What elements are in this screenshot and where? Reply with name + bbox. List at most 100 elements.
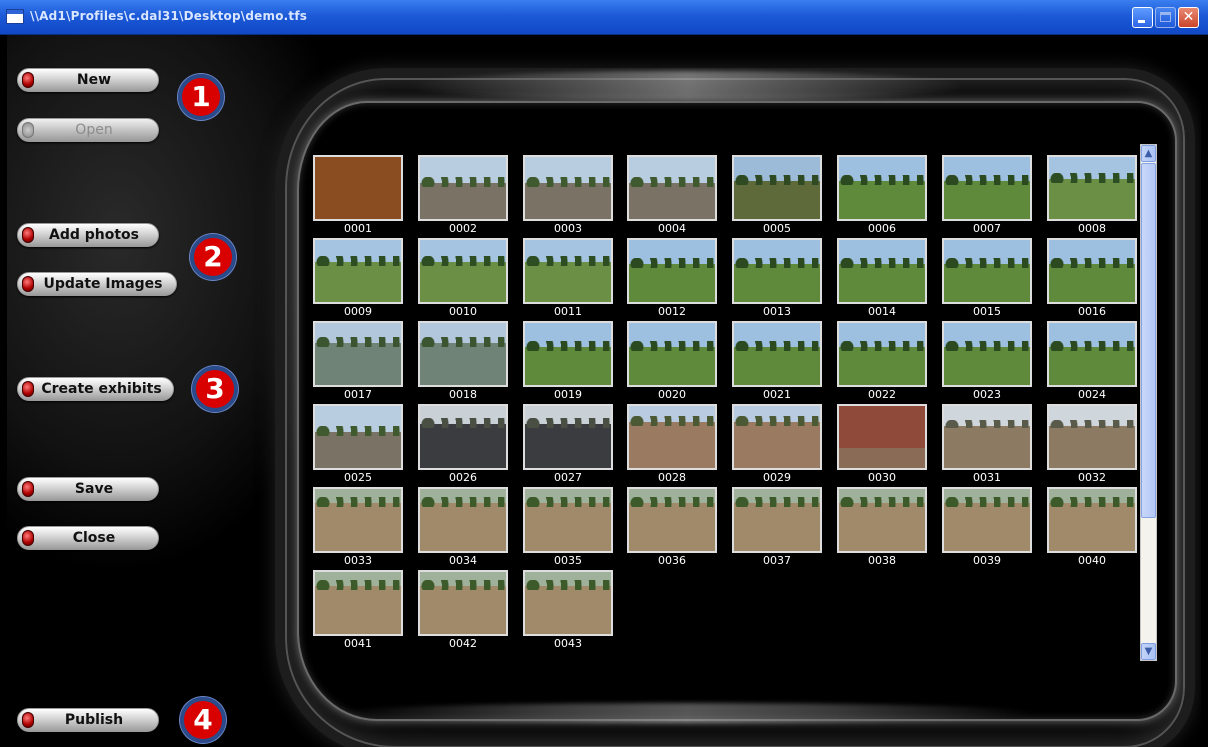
photo-thumbnail[interactable]: 0024 [1047,321,1137,405]
photo-thumbnail[interactable]: 0041 [313,570,403,654]
photo-thumbnail[interactable]: 0011 [523,238,613,322]
new-button[interactable]: New [17,68,159,92]
photo-thumbnail[interactable]: 0023 [942,321,1032,405]
save-button[interactable]: Save [17,477,159,501]
open-button[interactable]: Open [17,118,159,142]
thumbnail-image [418,155,508,221]
scroll-up-icon[interactable]: ▲ [1141,145,1156,162]
thumbnail-image [1047,487,1137,553]
update-images-button[interactable]: Update Images [17,272,177,296]
photo-thumbnail[interactable]: 0032 [1047,404,1137,488]
photo-thumbnail[interactable]: 0028 [627,404,717,488]
thumbnail-label: 0013 [763,305,791,318]
photo-thumbnail[interactable]: 0037 [732,487,822,571]
photo-thumbnail[interactable]: 0013 [732,238,822,322]
thumbnail-label: 0040 [1078,554,1106,567]
photo-thumbnail[interactable]: 0021 [732,321,822,405]
step-badge-1: 1 [178,74,224,120]
photo-thumbnail[interactable]: 0009 [313,238,403,322]
step-badge-4: 4 [180,697,226,743]
thumbnail-label: 0016 [1078,305,1106,318]
photo-thumbnail[interactable]: 0026 [418,404,508,488]
thumbnail-image [627,487,717,553]
photo-thumbnail[interactable]: 0025 [313,404,403,488]
photo-thumbnail[interactable]: 0004 [627,155,717,239]
photo-thumbnail[interactable]: 0005 [732,155,822,239]
photo-thumbnail[interactable]: 0034 [418,487,508,571]
scroll-down-icon[interactable]: ▼ [1141,643,1156,660]
photo-thumbnail[interactable]: 0036 [627,487,717,571]
thumbnail-label: 0028 [658,471,686,484]
photo-thumbnail[interactable]: 0001 [313,155,403,239]
photo-thumbnail[interactable]: 0018 [418,321,508,405]
thumbnail-image [1047,155,1137,221]
thumbnail-label: 0007 [973,222,1001,235]
thumbnail-image [313,570,403,636]
thumbnail-image [1047,404,1137,470]
photo-thumbnail[interactable]: 0007 [942,155,1032,239]
frame-highlight-bottom [337,703,1037,723]
close-window-button[interactable]: ✕ [1178,7,1199,28]
thumbnail-label: 0017 [344,388,372,401]
thumbnail-label: 0004 [658,222,686,235]
photo-thumbnail[interactable]: 0039 [942,487,1032,571]
thumbnail-image [313,155,403,221]
photo-thumbnail[interactable]: 0029 [732,404,822,488]
photo-thumbnail[interactable]: 0020 [627,321,717,405]
open-button-label: Open [75,122,113,138]
photo-thumbnail[interactable]: 0019 [523,321,613,405]
photo-thumbnail[interactable]: 0012 [627,238,717,322]
create-exhibits-button[interactable]: Create exhibits [17,377,174,401]
photo-thumbnail[interactable]: 0033 [313,487,403,571]
thumbnail-image [732,321,822,387]
thumbnail-label: 0003 [554,222,582,235]
led-indicator-icon [22,72,34,88]
thumbnail-label: 0038 [868,554,896,567]
thumbnail-image [942,487,1032,553]
minimize-button[interactable] [1132,7,1153,28]
photo-thumbnail[interactable]: 0035 [523,487,613,571]
photo-thumbnail[interactable]: 0010 [418,238,508,322]
add-photos-button[interactable]: Add photos [17,223,159,247]
publish-button[interactable]: Publish [17,708,159,732]
photo-thumbnail[interactable]: 0040 [1047,487,1137,571]
photo-thumbnail[interactable]: 0015 [942,238,1032,322]
photo-thumbnail[interactable]: 0030 [837,404,927,488]
photo-thumbnail[interactable]: 0014 [837,238,927,322]
photo-thumbnail[interactable]: 0022 [837,321,927,405]
thumbnail-label: 0042 [449,637,477,650]
photo-thumbnail[interactable]: 0003 [523,155,613,239]
thumbnail-label: 0009 [344,305,372,318]
photo-thumbnail[interactable]: 0017 [313,321,403,405]
frame-highlight [407,71,967,101]
maximize-icon [1156,8,1175,27]
photo-thumbnail[interactable]: 0027 [523,404,613,488]
close-button[interactable]: Close [17,526,159,550]
thumbnail-label: 0031 [973,471,1001,484]
step-badge-3: 3 [192,366,238,412]
photo-thumbnail[interactable]: 0031 [942,404,1032,488]
thumbnail-label: 0027 [554,471,582,484]
thumbnail-label: 0036 [658,554,686,567]
title-bar: \\Ad1\Profiles\c.dal31\Desktop\demo.tfs … [0,0,1208,35]
close-icon: ✕ [1182,9,1195,25]
photo-thumbnail[interactable]: 0002 [418,155,508,239]
thumbnail-image [313,404,403,470]
thumbnail-label: 0021 [763,388,791,401]
thumbnail-image [523,321,613,387]
photo-thumbnail[interactable]: 0006 [837,155,927,239]
thumbnail-label: 0037 [763,554,791,567]
thumbnail-image [732,155,822,221]
thumbnail-image [418,570,508,636]
thumbnail-label: 0014 [868,305,896,318]
photo-thumbnail[interactable]: 0043 [523,570,613,654]
photo-thumbnail[interactable]: 0008 [1047,155,1137,239]
scrollbar-thumb[interactable] [1141,163,1156,518]
thumbnail-image [837,321,927,387]
vertical-scrollbar[interactable]: ▲ ▼ [1140,144,1157,661]
thumbnail-image [942,321,1032,387]
photo-thumbnail[interactable]: 0038 [837,487,927,571]
photo-thumbnail[interactable]: 0042 [418,570,508,654]
maximize-button[interactable] [1155,7,1176,28]
photo-thumbnail[interactable]: 0016 [1047,238,1137,322]
